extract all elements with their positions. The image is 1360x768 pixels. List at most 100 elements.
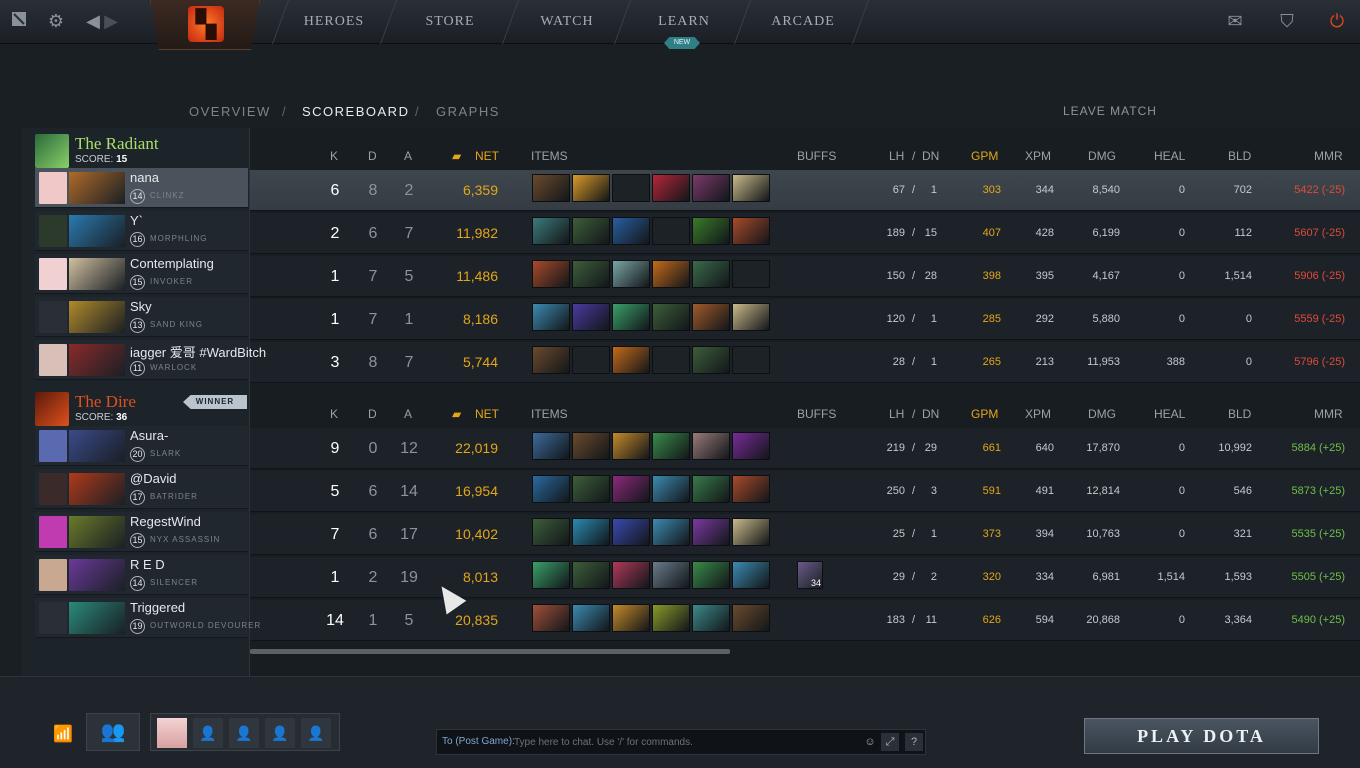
empty-item-slot[interactable]	[612, 174, 650, 202]
scoreboard-row[interactable]: 6 8 2 6,359 67 1 303 344 8,540 0 702 5422 (-25) /	[250, 170, 1360, 211]
player-name[interactable]: Y`	[130, 213, 143, 228]
player-name[interactable]: iagger 爱哥 #WardBitch	[130, 342, 266, 361]
item-icon[interactable]	[572, 475, 610, 503]
item-icon[interactable]	[572, 561, 610, 589]
mail-icon[interactable]: ✉	[1224, 10, 1246, 32]
empty-item-slot[interactable]	[732, 260, 770, 288]
rank-icon[interactable]: ⛉	[1274, 10, 1300, 32]
item-icon[interactable]	[732, 561, 770, 589]
item-icon[interactable]	[652, 561, 690, 589]
item-icon[interactable]	[532, 174, 570, 202]
item-icon[interactable]	[652, 260, 690, 288]
item-icon[interactable]	[692, 217, 730, 245]
item-icon[interactable]	[572, 604, 610, 632]
empty-item-slot[interactable]	[732, 346, 770, 374]
player-avatar[interactable]	[39, 516, 67, 548]
item-icon[interactable]	[652, 303, 690, 331]
player-avatar[interactable]	[39, 258, 67, 290]
emoticon-icon[interactable]: ☺	[861, 733, 879, 751]
player-name[interactable]: R E D	[130, 557, 165, 572]
item-icon[interactable]	[532, 604, 570, 632]
item-icon[interactable]	[532, 561, 570, 589]
empty-item-slot[interactable]	[652, 217, 690, 245]
player-card[interactable]: @David 17 BATRIDER	[35, 469, 248, 509]
player-name[interactable]: RegestWind	[130, 514, 201, 529]
player-card[interactable]: nana 14 CLINKZ	[35, 168, 248, 208]
hero-portrait[interactable]	[69, 301, 125, 333]
item-icon[interactable]	[612, 561, 650, 589]
player-card[interactable]: Sky 13 SAND KING	[35, 297, 248, 337]
party-slot-empty[interactable]: 👤	[229, 718, 259, 748]
back-arrow-icon[interactable]: ◀	[86, 10, 100, 32]
item-icon[interactable]	[572, 217, 610, 245]
item-icon[interactable]	[572, 260, 610, 288]
player-avatar[interactable]	[39, 215, 67, 247]
tab-scoreboard[interactable]: SCOREBOARD	[302, 104, 409, 119]
player-card[interactable]: Asura- 20 SLARK	[35, 426, 248, 466]
scoreboard-row[interactable]: 2 6 7 11,982 189 15 407 428 6,199 0 112 5607 (-25) /	[250, 213, 1360, 254]
item-icon[interactable]	[692, 174, 730, 202]
item-icon[interactable]	[692, 475, 730, 503]
item-icon[interactable]	[732, 432, 770, 460]
item-icon[interactable]	[532, 217, 570, 245]
party-slot-empty[interactable]: 👤	[193, 718, 223, 748]
player-avatar[interactable]	[39, 430, 67, 462]
hero-portrait[interactable]	[69, 559, 125, 591]
empty-item-slot[interactable]	[652, 346, 690, 374]
item-icon[interactable]	[532, 303, 570, 331]
item-icon[interactable]	[732, 217, 770, 245]
party-slot-empty[interactable]: 👤	[301, 718, 331, 748]
player-avatar[interactable]	[39, 602, 67, 634]
party-button[interactable]: 👥	[86, 713, 140, 751]
item-icon[interactable]	[652, 432, 690, 460]
player-avatar[interactable]	[39, 344, 67, 376]
player-avatar[interactable]	[39, 473, 67, 505]
scoreboard-row[interactable]: 5 6 14 16,954 250 3 591 491 12,814 0 546 5873 (+25)…	[250, 471, 1360, 512]
player-avatar[interactable]	[39, 301, 67, 333]
item-icon[interactable]	[692, 260, 730, 288]
item-icon[interactable]	[612, 518, 650, 546]
scoreboard-row[interactable]: 1 2 19 8,013 29 2 320 334 6,981 1,514 1,593 5505 (+…	[250, 557, 1360, 598]
item-icon[interactable]	[652, 475, 690, 503]
player-name[interactable]: Triggered	[130, 600, 185, 615]
item-icon[interactable]	[732, 174, 770, 202]
party-slot-empty[interactable]: 👤	[265, 718, 295, 748]
item-icon[interactable]	[612, 604, 650, 632]
item-icon[interactable]	[732, 475, 770, 503]
hero-portrait[interactable]	[69, 430, 125, 462]
player-name[interactable]: Contemplating	[130, 256, 214, 271]
scoreboard-row[interactable]: 3 8 7 5,744 28 1 265 213 11,953 388 0 5796 (-25) /	[250, 342, 1360, 383]
item-icon[interactable]	[532, 432, 570, 460]
hero-portrait[interactable]	[69, 516, 125, 548]
party-avatar[interactable]	[157, 718, 187, 748]
hero-portrait[interactable]	[69, 344, 125, 376]
item-icon[interactable]	[532, 346, 570, 374]
player-avatar[interactable]	[39, 172, 67, 204]
tab-overview[interactable]: OVERVIEW	[189, 104, 271, 119]
player-card[interactable]: Contemplating 15 INVOKER	[35, 254, 248, 294]
nav-arcade[interactable]: ARCADE	[752, 0, 854, 44]
item-icon[interactable]	[612, 217, 650, 245]
nav-watch[interactable]: WATCH	[518, 0, 616, 44]
scoreboard-row[interactable]: 1 7 5 11,486 150 28 398 395 4,167 0 1,514 5906 (-25…	[250, 256, 1360, 297]
leave-match-button[interactable]: LEAVE MATCH	[1063, 104, 1157, 118]
dota-logo-button[interactable]: ▚	[150, 0, 260, 50]
item-icon[interactable]	[612, 432, 650, 460]
gear-icon[interactable]: ⚙	[45, 10, 67, 32]
item-icon[interactable]	[692, 561, 730, 589]
player-avatar[interactable]	[39, 559, 67, 591]
item-icon[interactable]	[612, 475, 650, 503]
hero-portrait[interactable]	[69, 215, 125, 247]
item-icon[interactable]	[532, 260, 570, 288]
player-name[interactable]: nana	[130, 170, 159, 185]
hero-portrait[interactable]	[69, 172, 125, 204]
item-icon[interactable]	[532, 518, 570, 546]
item-icon[interactable]	[572, 518, 610, 546]
horizontal-scrollbar[interactable]	[250, 649, 730, 654]
player-name[interactable]: Asura-	[130, 428, 168, 443]
item-icon[interactable]	[692, 604, 730, 632]
hero-portrait[interactable]	[69, 602, 125, 634]
item-icon[interactable]	[572, 432, 610, 460]
buff-icon[interactable]: 34	[797, 561, 823, 589]
player-name[interactable]: Sky	[130, 299, 152, 314]
